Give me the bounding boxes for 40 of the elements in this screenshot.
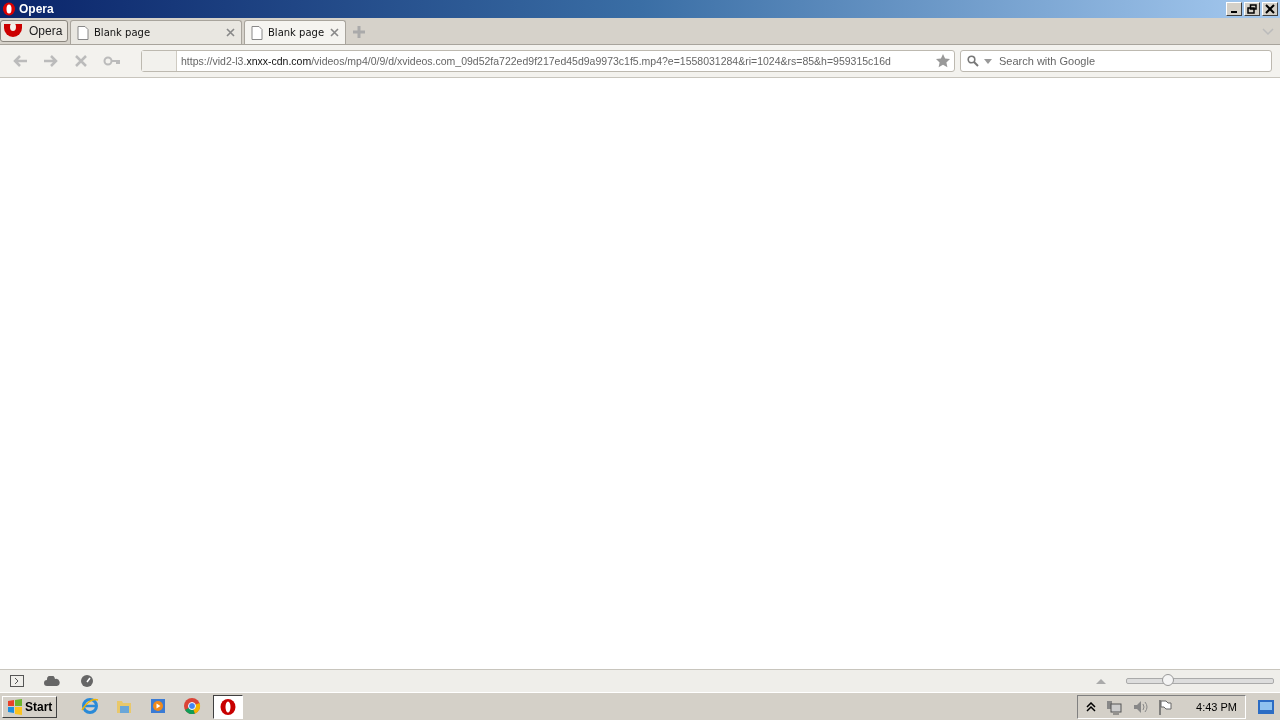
- browser-tab[interactable]: Blank page: [244, 20, 346, 44]
- page-icon: [251, 25, 263, 40]
- zoom-up-icon[interactable]: [1096, 678, 1106, 684]
- browser-tab[interactable]: Blank page: [70, 20, 242, 44]
- opera-menu-button[interactable]: Opera: [0, 20, 68, 42]
- back-icon[interactable]: [12, 54, 28, 68]
- cloud-icon[interactable]: [44, 676, 60, 686]
- restore-icon: [1247, 4, 1257, 14]
- show-hidden-icons[interactable]: [1086, 701, 1097, 712]
- zoom-slider-thumb[interactable]: [1161, 674, 1174, 686]
- minimize-button[interactable]: [1226, 2, 1242, 16]
- opera-logo-icon: [2, 2, 16, 16]
- forward-icon[interactable]: [43, 54, 59, 68]
- close-tab-icon[interactable]: [226, 28, 235, 37]
- network-icon[interactable]: [1106, 698, 1123, 715]
- page-icon: [77, 25, 89, 40]
- search-icon[interactable]: [967, 55, 979, 67]
- plus-icon: [352, 25, 366, 39]
- search-field[interactable]: Search with Google: [960, 50, 1272, 72]
- address-field[interactable]: https://vid2-l3.xnxx-cdn.com/videos/mp4/0/9/d/xvideos.com_09d52fa722ed9f217ed45d9a9973c1f5.mp4?e=1558031284&ri=1024&rs=85&h=959315c16d: [141, 50, 955, 72]
- close-icon: [1265, 4, 1275, 14]
- window-title: Opera: [19, 2, 54, 16]
- flag-icon[interactable]: [1158, 698, 1173, 715]
- url-text: https://vid2-l3.xnxx-cdn.com/videos/mp4/0/9/d/xvideos.com_09d52fa722ed9f217ed45d9a9973c1f5.mp4?e=1558031284&ri=1024&rs=85&h=959315c16d: [181, 55, 892, 67]
- minimize-icon: [1231, 11, 1237, 13]
- show-desktop-icon[interactable]: [1258, 699, 1274, 714]
- dropdown-caret-icon[interactable]: [984, 59, 992, 64]
- bookmark-star-icon[interactable]: [935, 53, 951, 69]
- close-tab-icon[interactable]: [330, 28, 339, 37]
- gauge-icon[interactable]: [80, 674, 94, 688]
- stop-icon[interactable]: [74, 54, 88, 68]
- restore-button[interactable]: [1244, 2, 1260, 16]
- clock[interactable]: 4:43 PM: [1196, 700, 1237, 713]
- panel-toggle-icon[interactable]: [10, 675, 24, 687]
- close-button[interactable]: [1262, 2, 1278, 16]
- start-button[interactable]: Start: [2, 695, 58, 718]
- windows-logo-icon: [7, 698, 23, 715]
- opera-browser-icon[interactable]: [213, 694, 244, 719]
- key-icon[interactable]: [103, 55, 121, 67]
- opera-logo-icon: [3, 24, 23, 38]
